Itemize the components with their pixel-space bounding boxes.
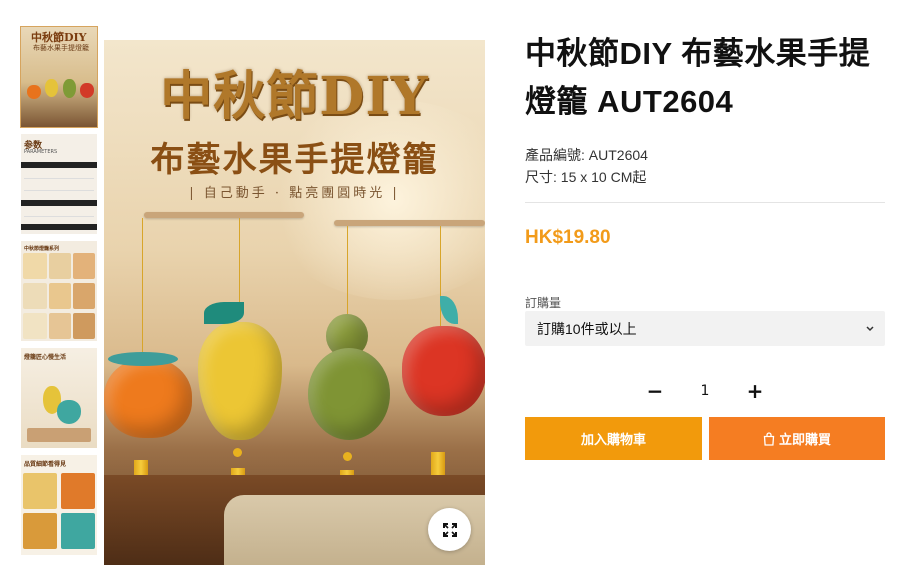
product-meta: 產品編號: AUT2604 尺寸: 15 x 10 CM起 bbox=[525, 144, 885, 188]
hanging-beam bbox=[334, 220, 485, 226]
thumbnail-subtitle: PARAMETERS bbox=[24, 149, 58, 155]
thumbnail-cell bbox=[61, 513, 95, 549]
thumbnail-title: 燈籠匠心慢生活 bbox=[24, 354, 67, 361]
lantern-image bbox=[63, 79, 76, 98]
selected-option: 訂購10件或以上 bbox=[537, 320, 637, 337]
chevron-down-icon bbox=[866, 326, 874, 332]
thumbnail-cell bbox=[73, 283, 95, 309]
lantern-lid bbox=[108, 352, 178, 366]
product-price: HK$19.80 bbox=[525, 227, 611, 248]
buy-now-button[interactable]: 立即購買 bbox=[709, 417, 885, 460]
table-line bbox=[24, 190, 94, 191]
lantern-body bbox=[198, 322, 282, 440]
lantern-body bbox=[308, 348, 390, 440]
product-sku: 產品編號: AUT2604 bbox=[525, 147, 648, 163]
product-main-image[interactable]: 中秋節DIY 布藝水果手提燈籠 | 自己動手 · 點亮團圓時光 | bbox=[104, 40, 485, 565]
increase-quantity-button[interactable]: + bbox=[743, 379, 767, 403]
decrease-quantity-button[interactable]: − bbox=[643, 379, 667, 403]
lantern-bead bbox=[343, 452, 352, 461]
shopping-bag-icon bbox=[763, 431, 775, 446]
zoom-button[interactable] bbox=[428, 508, 471, 551]
thumbnail-cell bbox=[73, 313, 95, 339]
add-to-cart-button[interactable]: 加入購物車 bbox=[525, 417, 702, 460]
buy-now-label: 立即購買 bbox=[778, 432, 831, 447]
hero-subtitle: 布藝水果手提燈籠 bbox=[150, 140, 439, 180]
table-line bbox=[24, 216, 94, 217]
table-header-bar bbox=[21, 224, 97, 230]
lantern-image bbox=[27, 85, 41, 99]
thumbnail-cell bbox=[27, 428, 91, 442]
thumbnail-5[interactable]: 品質細節看得見 bbox=[21, 455, 97, 555]
thumbnail-4[interactable]: 燈籠匠心慢生活 bbox=[21, 348, 97, 448]
divider bbox=[525, 202, 885, 203]
leaf-decoration bbox=[204, 302, 244, 324]
table-line bbox=[24, 178, 94, 179]
thumbnail-cell bbox=[61, 473, 95, 509]
thumbnail-1[interactable]: 中秋節DIY 布藝水果手提燈籠 bbox=[20, 26, 98, 128]
lantern-body bbox=[402, 326, 485, 416]
thumbnail-subtitle: 布藝水果手提燈籠 bbox=[33, 44, 89, 52]
quantity-label: 訂購量 bbox=[525, 296, 562, 310]
thumbnail-list: 中秋節DIY 布藝水果手提燈籠 参数 PARAMETERS 中秋節燈籠系列 燈籠… bbox=[20, 26, 98, 562]
thumbnail-cell bbox=[23, 473, 57, 509]
quantity-stepper: − 1 + bbox=[643, 379, 767, 403]
lantern-image bbox=[57, 400, 81, 424]
thumbnail-cell bbox=[23, 513, 57, 549]
lantern-string bbox=[347, 226, 348, 316]
lantern-image bbox=[45, 79, 58, 97]
thumbnail-cell bbox=[23, 313, 47, 339]
table-header-bar bbox=[21, 200, 97, 206]
thumbnail-2[interactable]: 参数 PARAMETERS bbox=[21, 134, 97, 234]
lantern-body bbox=[104, 358, 192, 438]
lantern-string bbox=[142, 218, 143, 358]
product-size: 尺寸: 15 x 10 CM起 bbox=[525, 169, 647, 185]
thumbnail-cell bbox=[49, 253, 71, 279]
thumbnail-cell bbox=[49, 283, 71, 309]
lantern-image bbox=[80, 83, 94, 98]
thumbnail-cell bbox=[23, 253, 47, 279]
lantern-bead bbox=[233, 448, 242, 457]
product-info: 中秋節DIY 布藝水果手提燈籠 AUT2604 產品編號: AUT2604 尺寸… bbox=[525, 30, 885, 460]
thumbnail-cell bbox=[73, 253, 95, 279]
thumbnail-title: 品質細節看得見 bbox=[24, 461, 67, 468]
add-to-cart-label: 加入購物車 bbox=[580, 432, 646, 447]
thumbnail-title: 中秋節燈籠系列 bbox=[24, 246, 60, 252]
product-title: 中秋節DIY 布藝水果手提燈籠 AUT2604 bbox=[525, 36, 871, 119]
thumbnail-3[interactable]: 中秋節燈籠系列 bbox=[21, 241, 97, 341]
thumbnail-cell bbox=[23, 283, 47, 309]
hero-tagline: | 自己動手 · 點亮團圓時光 | bbox=[189, 186, 400, 201]
table-header-bar bbox=[21, 162, 97, 168]
quantity-option-select[interactable]: 訂購10件或以上 bbox=[525, 311, 885, 346]
hero-title: 中秋節DIY bbox=[160, 66, 429, 127]
hanging-beam bbox=[144, 212, 304, 218]
thumbnail-cell bbox=[49, 313, 71, 339]
quantity-value[interactable]: 1 bbox=[690, 383, 720, 399]
leaf-decoration bbox=[440, 296, 458, 324]
expand-icon bbox=[442, 522, 457, 537]
